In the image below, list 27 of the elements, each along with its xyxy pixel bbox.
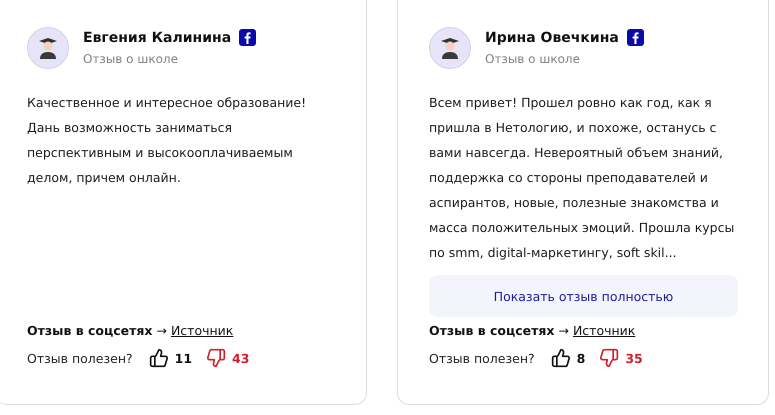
social-label: Отзыв в соцсетях <box>27 323 152 338</box>
review-text: Качественное и интересное образование! Дань возможность заниматься перспективным и высокооплачиваемым делом, причем онлайн. <box>27 94 308 187</box>
like-button[interactable]: 11 <box>148 348 192 368</box>
helpful-label: Отзыв полезен? <box>429 350 535 366</box>
thumbs-down-icon <box>599 348 620 368</box>
like-button[interactable]: 8 <box>550 348 586 368</box>
social-label: Отзыв в соцсетях <box>429 323 554 338</box>
graduate-figure-icon <box>38 37 58 59</box>
author-name: Ирина Овечкина <box>485 30 619 46</box>
dislike-button[interactable]: 35 <box>599 348 643 368</box>
facebook-icon[interactable] <box>626 29 644 46</box>
source-link[interactable]: Источник <box>170 323 234 338</box>
thumbs-down-icon <box>206 348 226 368</box>
thumbs-up-icon <box>148 348 169 368</box>
review-type: Отзыв о школе <box>485 52 581 66</box>
helpful-label: Отзыв полезен? <box>27 350 133 366</box>
source-link[interactable]: Источник <box>572 323 636 338</box>
graduate-figure-icon <box>440 37 460 59</box>
author-name: Евгения Калинина <box>83 30 232 46</box>
facebook-icon[interactable] <box>239 29 256 46</box>
thumbs-up-icon <box>550 348 571 368</box>
review-text: Всем привет! Прошел ровно как год, как я пришла в Нетологию, и похоже, останусь с вами навсегда. Невероятный объем знаний, поддержка со стороны преподавателей и аспирантов, новые, полезные знакомства и масса положительных эмоций. Прошла курсы по smm, digital-маркетингу, soft skil... <box>429 94 736 262</box>
show-full-review-button[interactable]: Показать отзыв полностью <box>429 275 738 317</box>
arrow-text: → <box>156 323 167 338</box>
dislike-button[interactable]: 43 <box>206 348 250 368</box>
review-type: Отзыв о школе <box>83 52 179 66</box>
arrow-text: → <box>558 323 569 338</box>
